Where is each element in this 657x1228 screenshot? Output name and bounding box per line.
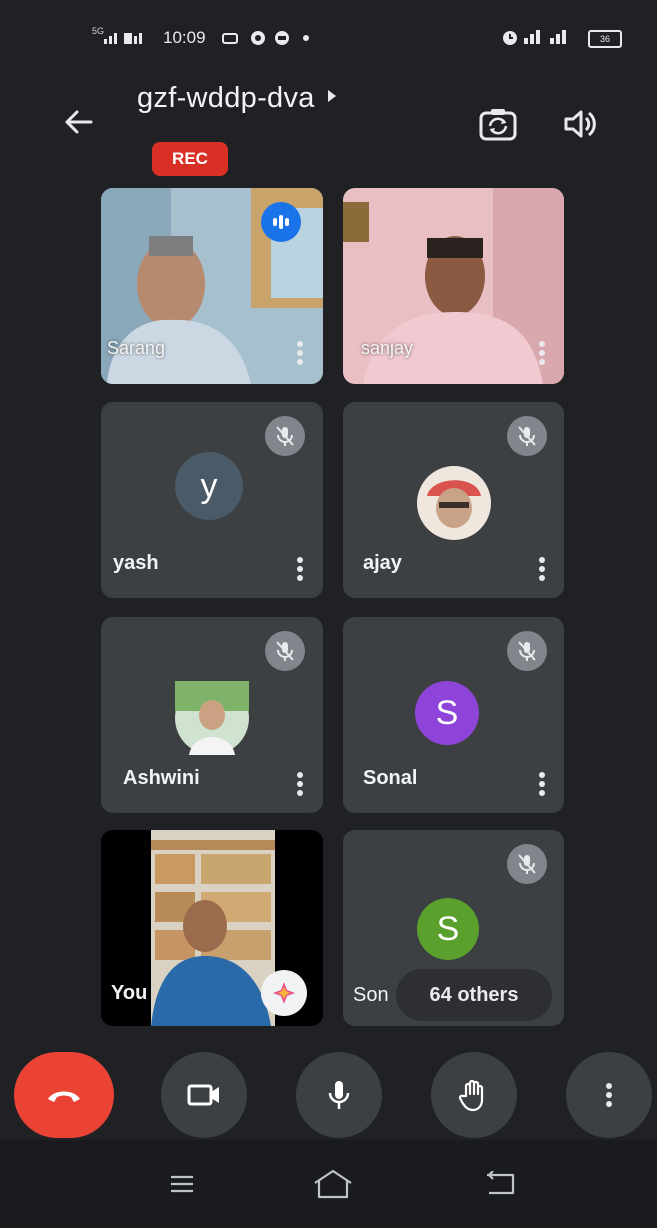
audio-output-button[interactable] [558, 104, 602, 144]
recent-apps-button[interactable] [162, 1166, 202, 1202]
avatar [417, 466, 491, 540]
signal-icon [104, 30, 150, 49]
more-vert-icon[interactable] [539, 554, 545, 584]
effects-button[interactable] [261, 970, 307, 1016]
avatar: y [175, 452, 243, 520]
participant-tile[interactable]: sanjay [343, 188, 564, 384]
participant-tile[interactable]: ajay [343, 402, 564, 598]
sparkle-icon [273, 982, 295, 1004]
more-vert-icon [606, 1080, 612, 1110]
video-camera-icon [187, 1084, 219, 1106]
more-vert-icon[interactable] [297, 554, 303, 584]
home-button[interactable] [308, 1164, 358, 1204]
participant-name: Sonal [363, 767, 418, 789]
meeting-code: gzf-wddp-dva [137, 82, 315, 114]
raise-hand-icon [458, 1079, 484, 1112]
participant-name: Sarang [107, 338, 166, 358]
microphone-toggle-button[interactable] [296, 1052, 382, 1138]
self-view-tile[interactable]: You [101, 830, 323, 1026]
participant-name: sanjay [361, 338, 414, 358]
more-vert-icon[interactable] [297, 769, 303, 799]
switch-camera-button[interactable] [475, 104, 521, 144]
network-icons [522, 28, 582, 51]
menu-icon [171, 1175, 193, 1193]
mic-off-icon [507, 631, 547, 671]
system-nav-bar [0, 1140, 657, 1228]
others-pill[interactable]: 64 others [396, 969, 552, 1021]
more-options-button[interactable] [566, 1052, 652, 1138]
microphone-icon [328, 1081, 350, 1109]
mic-off-icon [265, 631, 305, 671]
recording-badge: REC [152, 142, 228, 176]
notification-icons [222, 30, 332, 51]
back-nav-icon [487, 1171, 515, 1195]
mic-off-icon [507, 416, 547, 456]
switch-camera-icon [479, 109, 517, 141]
participant-name: Son [353, 984, 389, 1006]
participant-tile[interactable]: S Sonal [343, 617, 564, 813]
speaking-indicator-icon [261, 202, 301, 242]
arrow-back-icon [65, 110, 93, 134]
speaker-icon [564, 110, 596, 138]
alarm-icon [502, 30, 518, 51]
participant-name: Ashwini [123, 767, 200, 789]
participant-tile[interactable]: Sarang [101, 188, 323, 384]
mic-off-icon [265, 416, 305, 456]
phone-hangup-icon [48, 1091, 80, 1102]
participant-name: yash [113, 552, 159, 574]
mic-off-icon [507, 844, 547, 884]
camera-toggle-button[interactable] [161, 1052, 247, 1138]
avatar: S [417, 898, 479, 960]
more-vert-icon[interactable] [539, 338, 545, 368]
more-vert-icon[interactable] [539, 769, 545, 799]
participant-name: ajay [363, 552, 402, 574]
chevron-right-icon [327, 89, 337, 108]
participant-tile[interactable]: Ashwini [101, 617, 323, 813]
participant-tile[interactable]: y yash [101, 402, 323, 598]
home-icon [314, 1169, 352, 1199]
raise-hand-button[interactable] [431, 1052, 517, 1138]
back-nav-button[interactable] [478, 1164, 522, 1204]
avatar: S [415, 681, 479, 745]
meeting-title-button[interactable]: gzf-wddp-dva [137, 82, 337, 115]
end-call-button[interactable] [14, 1052, 114, 1138]
more-vert-icon[interactable] [297, 338, 303, 368]
battery-indicator: 36 [588, 30, 622, 48]
avatar [175, 681, 249, 755]
clock: 10:09 [163, 28, 206, 47]
back-button[interactable] [58, 102, 98, 142]
signal-label: 5G [92, 26, 105, 36]
participant-name: You [111, 982, 148, 1004]
status-bar: 5G 10:09 36 [0, 0, 657, 80]
